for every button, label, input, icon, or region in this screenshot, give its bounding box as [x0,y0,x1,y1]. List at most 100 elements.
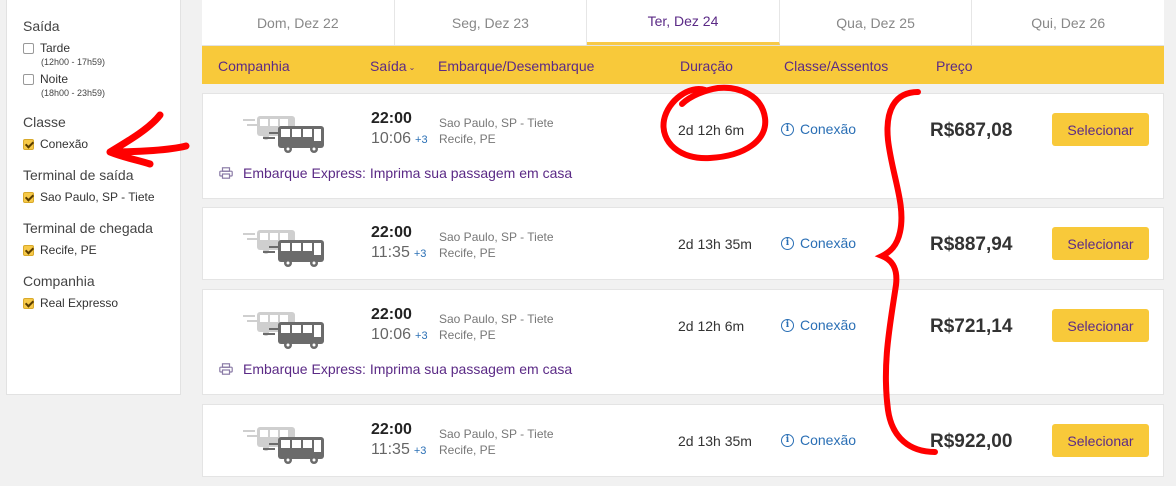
express-label: Embarque Express: Imprima sua passagem e… [243,361,573,377]
results-header: Companhia Saída ⌄ Embarque/Desembarque Du… [202,46,1164,84]
bus-icon [243,312,324,349]
checkbox-icon[interactable] [23,298,34,309]
filter-option-sao-paulo[interactable]: Sao Paulo, SP - Tiete [23,191,170,204]
route-destination: Recife, PE [439,246,496,260]
bus-icon [243,230,324,267]
arrival-time: 11:35 +3 [371,441,441,459]
filter-option-conexao[interactable]: Conexão [23,138,170,151]
printer-icon [219,167,233,179]
days-offset: +3 [413,445,427,457]
filter-option-sublabel: (18h00 - 23h59) [41,88,106,98]
select-button[interactable]: Selecionar [1052,227,1149,260]
arrival-time: 10:06 +3 [371,326,441,344]
days-offset: +3 [415,134,428,146]
header-classe[interactable]: Classe/Assentos [784,58,888,74]
route: Sao Paulo, SP - Tiete Recife, PE [439,311,554,343]
caret-down-icon: ⌄ [408,62,416,72]
route: Sao Paulo, SP - Tiete Recife, PE [439,229,554,261]
trip-class-link[interactable]: i Conexão [781,121,856,137]
route-destination: Recife, PE [439,443,496,457]
route: Sao Paulo, SP - Tiete Recife, PE [439,115,554,147]
trip-row: 22:00 11:35 +3 Sao Paulo, SP - Tiete Reci… [202,404,1164,477]
trip-price: R$922,00 [930,431,1013,452]
filter-sidebar: Saída Tarde (12h00 - 17h59) Noite (18h00… [6,0,181,395]
header-companhia[interactable]: Companhia [218,58,290,74]
checkbox-icon[interactable] [23,139,34,150]
date-tab-qui-26[interactable]: Qui, Dez 26 [972,0,1164,45]
route-origin: Sao Paulo, SP - Tiete [439,230,554,244]
trip-class-link[interactable]: i Conexão [781,317,856,333]
info-icon: i [781,122,794,136]
filter-heading-companhia: Companhia [23,273,95,289]
trip-class-label: Conexão [800,235,857,251]
header-duracao[interactable]: Duração [680,58,733,74]
arrival-time-value: 11:35 [371,441,410,458]
trip-class-link[interactable]: i Conexão [781,235,856,251]
trip-row: 22:00 10:06 +3 Sao Paulo, SP - Tiete Reci… [202,289,1164,395]
printer-icon [219,363,233,375]
header-preco[interactable]: Preço [936,58,973,74]
header-embarque[interactable]: Embarque/Desembarque [438,58,594,74]
filter-option-label: Recife, PE [40,243,97,257]
route-destination: Recife, PE [439,132,496,146]
filter-option-noite[interactable]: Noite [23,73,170,86]
date-tab-ter-24[interactable]: Ter, Dez 24 [587,0,780,45]
header-saida[interactable]: Saída ⌄ [370,58,415,74]
trip-duration: 2d 12h 6m [678,318,745,334]
select-button[interactable]: Selecionar [1052,113,1149,146]
arrival-time: 10:06 +3 [371,130,441,148]
info-icon: i [781,433,794,447]
arrival-time-value: 10:06 [371,130,412,147]
departure-time: 22:00 [371,421,412,438]
trip-times: 22:00 10:06 +3 [371,110,441,148]
date-tab-qua-25[interactable]: Qua, Dez 25 [780,0,973,45]
trip-times: 22:00 11:35 +3 [371,224,441,262]
checkbox-icon[interactable] [23,43,34,54]
header-saida-label: Saída [370,58,407,74]
select-button[interactable]: Selecionar [1052,424,1149,457]
departure-time: 22:00 [371,110,412,127]
trip-price: R$721,14 [930,316,1013,337]
checkbox-icon[interactable] [23,245,34,256]
bus-icon [243,427,324,464]
trip-class-label: Conexão [800,432,857,448]
arrival-time-value: 10:06 [371,326,412,343]
filter-option-recife[interactable]: Recife, PE [23,244,170,257]
checkbox-icon[interactable] [23,74,34,85]
arrival-time-value: 11:35 [371,244,410,261]
date-tab-dom-22[interactable]: Dom, Dez 22 [202,0,395,45]
filter-option-real-expresso[interactable]: Real Expresso [23,297,170,310]
arrival-time: 11:35 +3 [371,244,441,262]
trip-row: 22:00 11:35 +3 Sao Paulo, SP - Tiete Reci… [202,207,1164,280]
info-icon: i [781,236,794,250]
trip-duration: 2d 13h 35m [678,433,752,449]
trip-duration: 2d 13h 35m [678,236,752,252]
info-icon: i [781,318,794,332]
bus-icon [243,116,324,153]
express-link[interactable]: Embarque Express: Imprima sua passagem e… [219,165,572,181]
trip-times: 22:00 10:06 +3 [371,306,441,344]
route-destination: Recife, PE [439,328,496,342]
trip-duration: 2d 12h 6m [678,122,745,138]
filter-option-label: Tarde [40,41,71,55]
trip-row: 22:00 10:06 +3 Sao Paulo, SP - Tiete Reci… [202,93,1164,199]
trip-class-link[interactable]: i Conexão [781,432,856,448]
filter-option-sublabel: (12h00 - 17h59) [41,57,106,67]
filter-heading-terminal-chegada: Terminal de chegada [23,220,153,236]
select-button[interactable]: Selecionar [1052,309,1149,342]
trip-class-label: Conexão [800,317,857,333]
filter-heading-terminal-saida: Terminal de saída [23,167,134,183]
filter-option-label: Noite [40,72,69,86]
filter-heading-classe: Classe [23,114,66,130]
departure-time: 22:00 [371,306,412,323]
route-origin: Sao Paulo, SP - Tiete [439,312,554,326]
date-tab-seg-23[interactable]: Seg, Dez 23 [395,0,588,45]
filter-option-tarde[interactable]: Tarde [23,42,170,55]
departure-time: 22:00 [371,224,412,241]
trip-times: 22:00 11:35 +3 [371,421,441,459]
days-offset: +3 [415,330,428,342]
express-link[interactable]: Embarque Express: Imprima sua passagem e… [219,361,572,377]
filter-option-label: Sao Paulo, SP - Tiete [40,190,155,204]
filter-heading-saida: Saída [23,18,60,34]
checkbox-icon[interactable] [23,192,34,203]
